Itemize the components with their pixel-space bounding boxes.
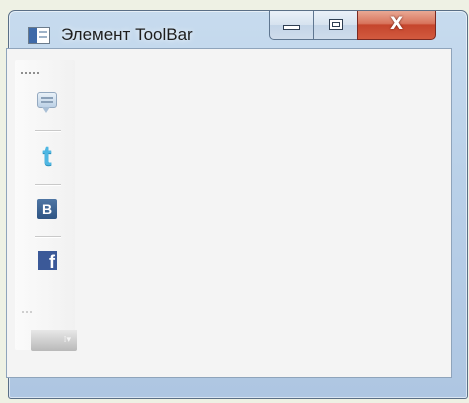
facebook-glyph: f (38, 251, 57, 270)
maximize-button[interactable] (313, 11, 358, 40)
twitter-icon[interactable]: t (35, 140, 59, 171)
toolbar-separator (35, 236, 61, 238)
toolbar-separator (35, 130, 61, 132)
toolbar-overflow-button[interactable]: ⁞▾ (31, 330, 77, 351)
window-app-icon[interactable] (28, 27, 50, 44)
toolbar-separator (35, 184, 61, 186)
twitter-glyph: t (42, 140, 52, 171)
vertical-toolbar: t B f (15, 60, 75, 350)
close-icon: X (389, 14, 404, 34)
window-title: Элемент ToolBar (61, 25, 193, 44)
toolbar-grip[interactable] (21, 72, 39, 77)
vk-glyph: B (37, 199, 57, 219)
toolbar-dots (22, 311, 32, 315)
close-button[interactable]: X (357, 11, 436, 40)
facebook-icon[interactable]: f (35, 248, 59, 272)
minimize-icon (283, 25, 300, 30)
overflow-chevron-icon: ⁞▾ (63, 335, 71, 345)
speech-bubble-icon[interactable] (35, 90, 59, 114)
maximize-icon (329, 19, 343, 30)
vk-icon[interactable]: B (35, 197, 59, 221)
minimize-button[interactable] (269, 11, 314, 40)
